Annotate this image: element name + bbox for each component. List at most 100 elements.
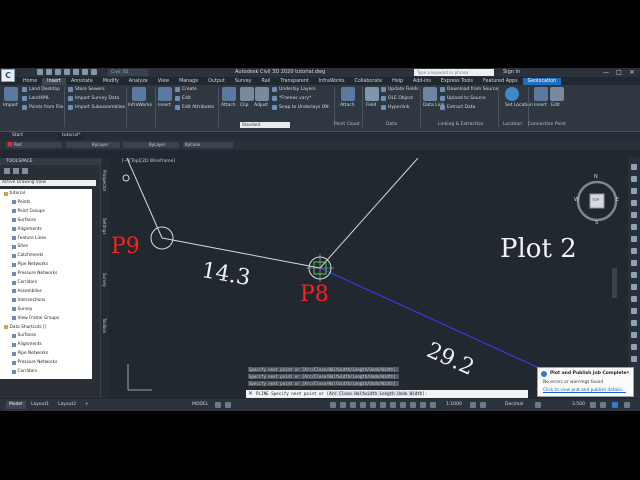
tree-item[interactable]: Assemblies — [12, 289, 42, 294]
tool-icon[interactable] — [631, 344, 637, 350]
tab-layout1[interactable]: Layout1 — [28, 401, 52, 409]
tree-item[interactable]: tutorial — [4, 191, 25, 196]
tree-item[interactable]: Intersections — [12, 298, 45, 303]
tab-manage[interactable]: Manage — [174, 78, 203, 85]
polar-icon[interactable] — [340, 402, 346, 408]
elevation-value[interactable]: 3.500 — [572, 401, 585, 409]
frames-vary-select[interactable]: *Frames vary* — [272, 96, 311, 101]
annotation-scale-select[interactable]: 1:1000 — [446, 401, 462, 409]
adjust-icon[interactable] — [255, 87, 269, 101]
plot-complete-notification[interactable]: Plot and Publish Job Complete ✕ No error… — [537, 367, 634, 397]
gizmo-icon[interactable] — [430, 402, 436, 408]
adjust-button-label[interactable]: Adjust — [254, 103, 268, 108]
download-from-source-button[interactable]: Download from Source — [440, 87, 498, 92]
upload-to-source-button[interactable]: Upload to Source — [440, 96, 486, 101]
import-icon[interactable] — [4, 87, 18, 101]
dynamic-ucs-icon[interactable] — [410, 402, 416, 408]
tab-annotate[interactable]: Annotate — [66, 78, 98, 85]
tree-item[interactable]: Points — [12, 200, 30, 205]
tab-geolocation[interactable]: Geolocation — [522, 78, 562, 85]
tree-item[interactable]: Sites — [12, 244, 28, 249]
3d-osnap-icon[interactable] — [400, 402, 406, 408]
hyperlink-button[interactable]: Hyperlink — [381, 105, 409, 110]
edit-connection-icon[interactable] — [550, 87, 564, 101]
tree-item[interactable]: Survey — [12, 307, 32, 312]
tab-settings[interactable]: Settings — [102, 218, 107, 234]
tab-survey[interactable]: Survey — [230, 78, 257, 85]
compass-east[interactable]: E — [616, 197, 619, 203]
drawing-canvas[interactable] — [110, 158, 626, 398]
snap-icon[interactable] — [225, 402, 231, 408]
import-button-label[interactable]: Import — [3, 103, 18, 108]
add-layout-button[interactable]: + — [82, 401, 92, 409]
tool-icon[interactable] — [631, 248, 637, 254]
insert-button-label[interactable]: Insert — [158, 103, 171, 108]
edit-connection-label[interactable]: Edit — [551, 103, 560, 108]
tree-item[interactable]: Feature Lines — [12, 236, 46, 241]
workspace-select[interactable]: Civil 3D — [108, 69, 148, 76]
snap-to-underlays-button[interactable]: Snap to Underlays ON — [272, 105, 329, 110]
layer-select[interactable]: Standard — [240, 122, 290, 128]
attach-reference-icon[interactable] — [222, 87, 236, 101]
tool-icon[interactable] — [631, 272, 637, 278]
compass-west[interactable]: W — [574, 197, 579, 203]
model-space-toggle[interactable]: MODEL — [192, 401, 208, 409]
tab-home[interactable]: Home — [18, 78, 42, 85]
tab-rail[interactable]: Rail — [257, 78, 276, 85]
new-icon[interactable] — [37, 69, 43, 75]
selection-cycling-icon[interactable] — [390, 402, 396, 408]
undo-icon[interactable] — [82, 69, 88, 75]
tab-tutorial[interactable]: tutorial* — [58, 132, 85, 140]
otrack-icon[interactable] — [360, 402, 366, 408]
toolspace-tool-icon[interactable] — [4, 168, 10, 174]
extract-data-button[interactable]: Extract Data — [440, 105, 475, 110]
plotstyle-select[interactable]: ByColor — [183, 142, 233, 148]
toolspace-tool-icon[interactable] — [13, 168, 19, 174]
update-fields-button[interactable]: Update Fields — [381, 87, 418, 92]
hardware-acceleration-icon[interactable] — [600, 402, 606, 408]
tab-model[interactable]: Model — [6, 401, 26, 409]
field-button-label[interactable]: Field — [366, 103, 376, 108]
tool-icon[interactable] — [631, 308, 637, 314]
underlay-layers-button[interactable]: Underlay Layers — [272, 87, 316, 92]
attach-button-label[interactable]: Attach — [221, 103, 236, 108]
tree-item[interactable]: Corridors — [12, 280, 37, 285]
command-close-icon[interactable]: ✕ — [248, 391, 254, 397]
viewcube-top-label[interactable]: TOP — [592, 198, 599, 202]
view-select[interactable]: Active Drawing View — [0, 180, 96, 186]
close-button[interactable]: ✕ — [626, 68, 638, 77]
land-desktop-button[interactable]: Land Desktop — [22, 87, 60, 92]
tree-item[interactable]: Pipe Networks — [12, 262, 48, 267]
infraworks-button-label[interactable]: InfraWorks — [128, 103, 152, 108]
plot-icon[interactable] — [73, 69, 79, 75]
command-options[interactable]: Arc Close Halfwidth Length Undo Width — [329, 391, 423, 396]
minimize-button[interactable]: — — [600, 68, 612, 77]
pan-icon[interactable] — [631, 188, 637, 194]
tab-insert[interactable]: Insert — [42, 78, 66, 85]
lineweight-icon[interactable] — [370, 402, 376, 408]
maximize-button[interactable]: □ — [613, 68, 625, 77]
attach-point-cloud-label[interactable]: Attach — [340, 103, 355, 108]
tab-layout2[interactable]: Layout2 — [55, 401, 79, 409]
ortho-icon[interactable] — [330, 402, 336, 408]
plot-details-link[interactable]: Click to view plot and publish details..… — [543, 388, 626, 393]
sign-in-button[interactable]: Sign In — [503, 69, 520, 75]
infraworks-icon[interactable] — [132, 87, 146, 101]
command-input[interactable]: PLINE Specify next point or [Arc Close H… — [246, 390, 528, 398]
close-notification-icon[interactable]: ✕ — [626, 370, 630, 376]
tab-infraworks[interactable]: InfraWorks — [314, 78, 350, 85]
tab-collaborate[interactable]: Collaborate — [349, 78, 387, 85]
tree-item[interactable]: Surfaces — [12, 218, 36, 223]
tab-toolbox[interactable]: Toolbox — [102, 318, 107, 333]
lineweight-select[interactable]: ByLayer — [123, 142, 179, 148]
tool-icon[interactable] — [631, 332, 637, 338]
tool-icon[interactable] — [631, 284, 637, 290]
plot-status-icon[interactable] — [612, 402, 618, 408]
create-block-button[interactable]: Create — [175, 87, 197, 92]
tree-item[interactable]: Data Shortcuts [] — [4, 325, 46, 330]
tool-icon[interactable] — [631, 320, 637, 326]
tree-item[interactable]: Surfaces — [12, 333, 36, 338]
clip-icon[interactable] — [240, 87, 254, 101]
transparency-icon[interactable] — [380, 402, 386, 408]
tab-help[interactable]: Help — [387, 78, 408, 85]
